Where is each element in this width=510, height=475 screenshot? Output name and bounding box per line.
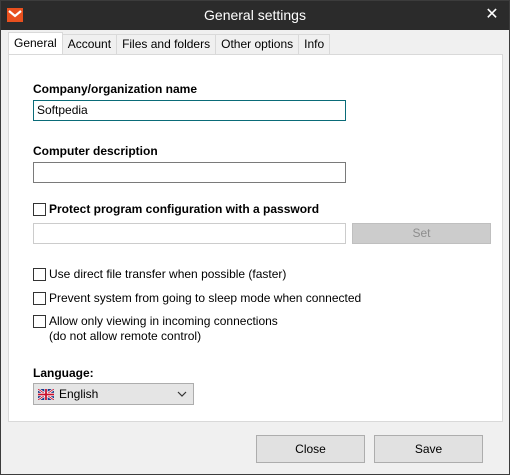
chevron-down-icon bbox=[177, 391, 187, 397]
password-protect-label: Protect program configuration with a pas… bbox=[49, 202, 320, 216]
view-only-text: Allow only viewing in incoming connectio… bbox=[49, 314, 278, 344]
set-password-button[interactable]: Set bbox=[352, 223, 491, 244]
direct-transfer-checkbox[interactable] bbox=[33, 268, 46, 281]
tab-info[interactable]: Info bbox=[298, 34, 331, 54]
computer-description-input[interactable] bbox=[33, 162, 346, 183]
language-value: English bbox=[59, 387, 99, 401]
tab-files-and-folders[interactable]: Files and folders bbox=[116, 34, 217, 54]
general-panel: Company/organization name Softpedia Comp… bbox=[8, 54, 503, 422]
view-only-label: Allow only viewing in incoming connectio… bbox=[49, 314, 278, 328]
company-name-label: Company/organization name bbox=[33, 82, 198, 96]
close-button[interactable]: Close bbox=[256, 435, 365, 463]
tab-bar: General Account Files and folders Other … bbox=[8, 32, 331, 54]
save-button[interactable]: Save bbox=[374, 435, 483, 463]
settings-window: General settings ✕ General Account Files… bbox=[0, 0, 510, 475]
password-protect-option[interactable]: Protect program configuration with a pas… bbox=[33, 202, 319, 217]
view-only-sublabel: (do not allow remote control) bbox=[49, 329, 202, 343]
window-title: General settings bbox=[204, 7, 306, 23]
view-only-checkbox[interactable] bbox=[33, 315, 46, 328]
computer-description-label: Computer description bbox=[33, 144, 158, 158]
password-protect-checkbox[interactable] bbox=[33, 203, 46, 216]
company-name-input[interactable]: Softpedia bbox=[33, 100, 346, 121]
prevent-sleep-checkbox[interactable] bbox=[33, 292, 46, 305]
view-only-option[interactable]: Allow only viewing in incoming connectio… bbox=[33, 314, 278, 344]
language-select[interactable]: English bbox=[33, 383, 194, 405]
password-input[interactable] bbox=[33, 223, 346, 244]
direct-transfer-option[interactable]: Use direct file transfer when possible (… bbox=[33, 267, 286, 282]
prevent-sleep-label: Prevent system from going to sleep mode … bbox=[49, 291, 362, 305]
tab-general[interactable]: General bbox=[8, 32, 63, 54]
prevent-sleep-option[interactable]: Prevent system from going to sleep mode … bbox=[33, 291, 361, 306]
language-label: Language: bbox=[33, 366, 94, 380]
uk-flag-icon bbox=[38, 388, 54, 400]
close-icon[interactable]: ✕ bbox=[483, 5, 501, 25]
direct-transfer-label: Use direct file transfer when possible (… bbox=[49, 267, 287, 281]
title-bar: General settings ✕ bbox=[1, 1, 509, 30]
tab-other-options[interactable]: Other options bbox=[215, 34, 300, 54]
tab-account[interactable]: Account bbox=[61, 34, 118, 54]
